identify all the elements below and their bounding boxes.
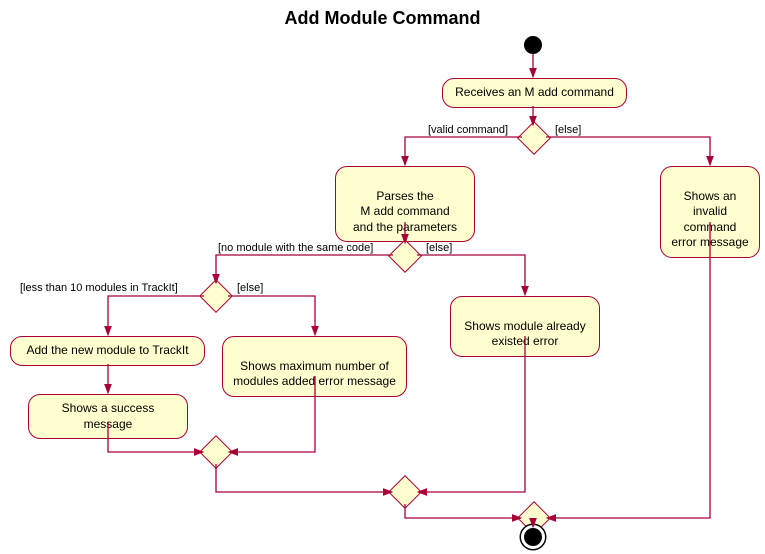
guard-less10: [less than 10 modules in TrackIt] [20, 282, 178, 294]
flow-arrows [0, 0, 765, 554]
action-label: Receives an M add command [455, 85, 614, 99]
action-max-error: Shows maximum number of modules added er… [222, 336, 407, 397]
final-node [524, 528, 542, 546]
action-receives: Receives an M add command [442, 78, 627, 108]
merge-1 [199, 435, 233, 469]
guard-valid: [valid command] [428, 124, 508, 136]
diagram-title: Add Module Command [0, 8, 765, 29]
decision-module-count [199, 279, 233, 313]
decision-module-code [388, 239, 422, 273]
action-label: Shows an invalid command error message [671, 189, 748, 250]
action-label: Parses the M add command and the paramet… [353, 189, 457, 234]
action-parses: Parses the M add command and the paramet… [335, 166, 475, 242]
action-label: Shows a success message [62, 401, 155, 431]
action-invalid-error: Shows an invalid command error message [660, 166, 760, 258]
guard-nomodule: [no module with the same code] [218, 242, 373, 254]
action-label: Add the new module to TrackIt [26, 343, 188, 357]
guard-else2: [else] [426, 242, 452, 254]
action-label: Shows module already existed error [464, 319, 585, 349]
action-exists-error: Shows module already existed error [450, 296, 600, 357]
action-success: Shows a success message [28, 394, 188, 439]
decision-valid-command [517, 121, 551, 155]
action-add-module: Add the new module to TrackIt [10, 336, 205, 366]
initial-node [524, 36, 542, 54]
merge-2 [388, 475, 422, 509]
guard-else1: [else] [555, 124, 581, 136]
guard-else3: [else] [237, 282, 263, 294]
action-label: Shows maximum number of modules added er… [233, 359, 396, 389]
